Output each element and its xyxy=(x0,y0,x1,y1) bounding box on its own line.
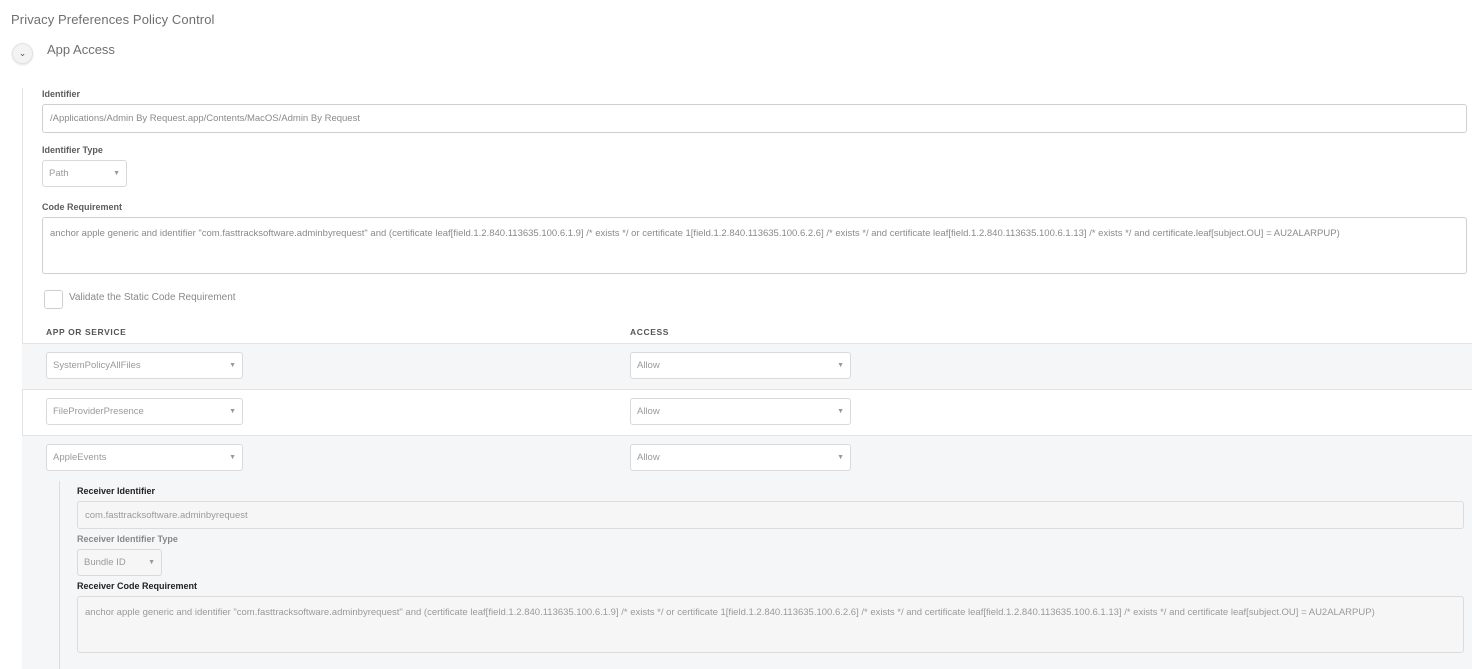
caret-down-icon: ▼ xyxy=(837,454,844,461)
code-requirement-label: Code Requirement xyxy=(42,202,123,212)
caret-down-icon: ▼ xyxy=(837,362,844,369)
receiver-identifier-type-select[interactable]: Bundle ID ▼ xyxy=(77,549,162,576)
identifier-input[interactable]: /Applications/Admin By Request.app/Conte… xyxy=(42,104,1467,133)
access-value: Allow xyxy=(637,360,660,371)
section-toggle-button[interactable]: ⌄ xyxy=(12,43,33,64)
receiver-identifier-input[interactable]: com.fasttracksoftware.adminbyrequest xyxy=(77,501,1464,529)
access-select[interactable]: Allow ▼ xyxy=(630,398,851,425)
column-header-service: APP OR SERVICE xyxy=(46,327,127,337)
identifier-label: Identifier xyxy=(42,89,81,99)
column-header-access: ACCESS xyxy=(630,327,670,337)
receiver-code-requirement-textarea[interactable]: anchor apple generic and identifier "com… xyxy=(77,596,1464,653)
chevron-down-icon: ⌄ xyxy=(18,48,27,58)
access-select[interactable]: Allow ▼ xyxy=(630,444,851,471)
caret-down-icon: ▼ xyxy=(229,408,236,415)
access-value: Allow xyxy=(637,452,660,463)
code-requirement-textarea[interactable]: anchor apple generic and identifier "com… xyxy=(42,217,1467,274)
service-value: SystemPolicyAllFiles xyxy=(53,360,141,371)
receiver-identifier-type-value: Bundle ID xyxy=(84,557,126,568)
service-select[interactable]: FileProviderPresence ▼ xyxy=(46,398,243,425)
validate-checkbox-label: Validate the Static Code Requirement xyxy=(69,292,236,303)
caret-down-icon: ▼ xyxy=(229,362,236,369)
service-select[interactable]: SystemPolicyAllFiles ▼ xyxy=(46,352,243,379)
caret-down-icon: ▼ xyxy=(113,170,120,177)
access-select[interactable]: Allow ▼ xyxy=(630,352,851,379)
caret-down-icon: ▼ xyxy=(229,454,236,461)
service-select[interactable]: AppleEvents ▼ xyxy=(46,444,243,471)
caret-down-icon: ▼ xyxy=(837,408,844,415)
service-value: AppleEvents xyxy=(53,452,107,463)
access-value: Allow xyxy=(637,406,660,417)
validate-checkbox[interactable] xyxy=(44,290,63,309)
identifier-type-value: Path xyxy=(49,168,69,179)
page-title: Privacy Preferences Policy Control xyxy=(11,12,215,27)
identifier-type-label: Identifier Type xyxy=(42,145,103,155)
identifier-type-select[interactable]: Path ▼ xyxy=(42,160,127,187)
receiver-code-requirement-label: Receiver Code Requirement xyxy=(77,581,198,591)
section-title: App Access xyxy=(47,42,115,57)
caret-down-icon: ▼ xyxy=(148,559,155,566)
receiver-identifier-type-label: Receiver Identifier Type xyxy=(77,534,178,544)
service-value: FileProviderPresence xyxy=(53,406,144,417)
receiver-identifier-label: Receiver Identifier xyxy=(77,486,156,496)
